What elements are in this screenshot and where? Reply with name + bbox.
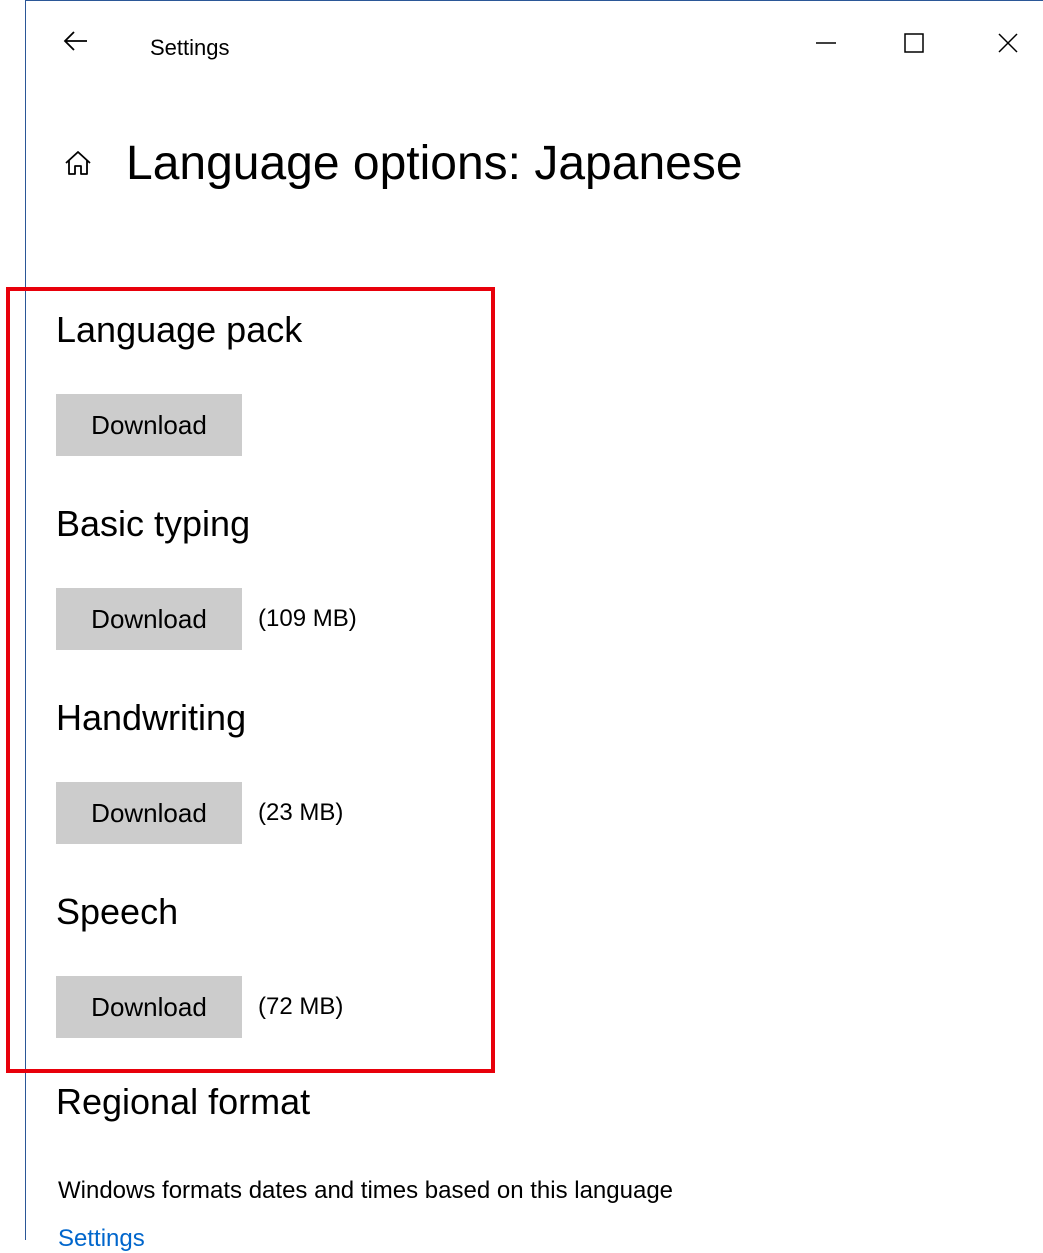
maximize-button[interactable]: [894, 23, 934, 63]
download-size: (23 MB): [258, 799, 344, 826]
section-title: Handwriting: [56, 697, 247, 738]
download-handwriting-button[interactable]: Download: [56, 782, 242, 844]
section-title: Regional format: [56, 1081, 311, 1122]
page-title: Language options: Japanese: [126, 136, 743, 190]
window-border: [25, 0, 26, 1240]
maximize-icon: [904, 33, 924, 53]
download-size: (72 MB): [258, 993, 344, 1020]
back-button[interactable]: [58, 23, 94, 59]
download-basic-typing-button[interactable]: Download: [56, 588, 242, 650]
section-title: Speech: [56, 891, 179, 932]
regional-settings-link[interactable]: Settings: [58, 1225, 145, 1253]
minimize-icon: [816, 42, 836, 44]
download-speech-button[interactable]: Download: [56, 976, 242, 1038]
section-title: Basic typing: [56, 503, 251, 544]
title-bar: Settings: [26, 1, 1043, 91]
section-title: Language pack: [56, 309, 303, 350]
close-button[interactable]: [988, 23, 1028, 63]
section-speech: Speech Download (72 MB): [56, 890, 343, 1038]
home-icon: [65, 151, 91, 175]
download-row: Download (109 MB): [56, 588, 357, 650]
section-language-pack: Language pack Download: [56, 308, 302, 456]
home-button[interactable]: [60, 145, 96, 181]
section-handwriting: Handwriting Download (23 MB): [56, 696, 343, 844]
close-icon: [998, 33, 1018, 53]
page-header: Language options: Japanese: [60, 128, 743, 198]
section-basic-typing: Basic typing Download (109 MB): [56, 502, 357, 650]
minimize-button[interactable]: [806, 23, 846, 63]
download-row: Download: [56, 394, 302, 456]
download-row: Download (72 MB): [56, 976, 343, 1038]
download-row: Download (23 MB): [56, 782, 343, 844]
regional-format-description: Windows formats dates and times based on…: [58, 1177, 674, 1204]
download-language-pack-button[interactable]: Download: [56, 394, 242, 456]
back-arrow-icon: [63, 31, 87, 51]
section-regional-format: Regional format: [56, 1080, 310, 1124]
app-title: Settings: [150, 35, 230, 60]
download-size: (109 MB): [258, 605, 357, 632]
settings-window: Settings Language options: Japanese Lang…: [0, 0, 1043, 1252]
